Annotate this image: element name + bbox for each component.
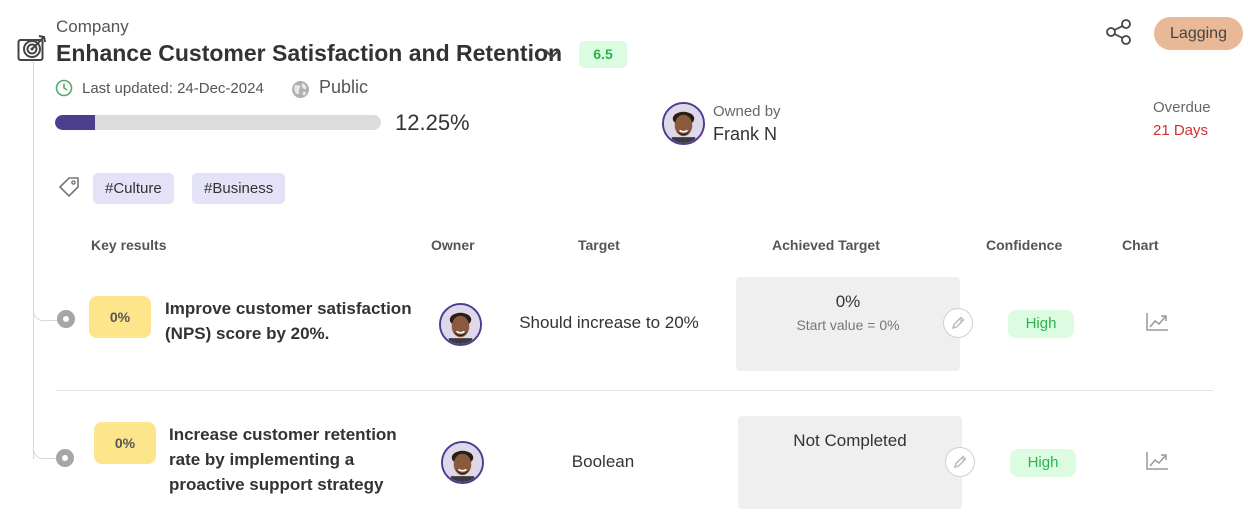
kr-title[interactable]: Improve customer satisfaction (NPS) scor… [165, 296, 412, 346]
globe-icon [291, 80, 310, 104]
owner-name: Frank N [713, 124, 778, 144]
row-status-dot [56, 449, 74, 467]
column-header-key-results: Key results [91, 237, 167, 253]
column-header-owner: Owner [431, 237, 475, 253]
kr-target: Should increase to 20% [519, 313, 699, 332]
progress-bar [55, 115, 381, 130]
avatar[interactable] [439, 303, 482, 346]
edit-button[interactable] [945, 447, 975, 477]
target-icon [17, 34, 49, 67]
progress-text: 12.25% [395, 110, 470, 135]
kr-progress-badge: 0% [89, 296, 151, 338]
progress-fill [55, 115, 95, 130]
last-updated: Last updated: 24-Dec-2024 [82, 80, 264, 97]
edit-icon [951, 316, 965, 330]
kr-title-line: rate by implementing a [169, 450, 355, 469]
confidence-badge[interactable]: High [1008, 310, 1074, 338]
clock-icon [55, 79, 73, 102]
avatar[interactable] [662, 102, 705, 145]
trend-chart-icon[interactable] [1145, 312, 1169, 337]
column-header-achieved: Achieved Target [772, 237, 880, 253]
kr-title-line: (NPS) score by 20%. [165, 324, 330, 343]
kr-title[interactable]: Increase customer retention rate by impl… [169, 422, 397, 497]
score-badge: 6.5 [579, 41, 627, 68]
edit-icon [953, 455, 967, 469]
chevron-down-icon[interactable] [543, 47, 561, 66]
status-badge[interactable]: Lagging [1154, 17, 1243, 50]
visibility-label[interactable]: Public [319, 77, 368, 98]
tag-icon [57, 176, 81, 205]
owner-label: Owned by [713, 103, 781, 120]
objective-title[interactable]: Enhance Customer Satisfaction and Retent… [56, 40, 562, 67]
confidence-badge[interactable]: High [1010, 449, 1076, 477]
achieved-value: Not Completed [793, 431, 907, 450]
column-header-target: Target [578, 237, 620, 253]
overdue-label: Overdue [1153, 99, 1211, 116]
avatar[interactable] [441, 441, 484, 484]
column-header-confidence: Confidence [986, 237, 1063, 253]
kr-title-line: Improve customer satisfaction [165, 299, 412, 318]
trend-chart-icon[interactable] [1145, 451, 1169, 476]
kr-progress-badge: 0% [94, 422, 156, 464]
achieved-box[interactable]: Not Completed [738, 416, 962, 509]
kr-target: Boolean [571, 452, 635, 471]
achieved-value: 0% [835, 292, 861, 311]
tag-chip[interactable]: #Business [192, 173, 286, 204]
kr-title-line: proactive support strategy [169, 475, 384, 494]
column-header-chart: Chart [1122, 237, 1159, 253]
objective-level: Company [56, 17, 129, 36]
overdue-value: 21 Days [1153, 122, 1209, 139]
row-divider [56, 390, 1213, 391]
tag-chip[interactable]: #Culture [93, 173, 174, 204]
tree-line [33, 62, 34, 459]
row-status-dot [57, 310, 75, 328]
start-value: Start value = 0% [796, 317, 900, 333]
edit-button[interactable] [943, 308, 973, 338]
kr-title-line: Increase customer retention [169, 425, 397, 444]
share-icon[interactable] [1106, 19, 1134, 50]
achieved-box[interactable]: 0% Start value = 0% [736, 277, 960, 371]
